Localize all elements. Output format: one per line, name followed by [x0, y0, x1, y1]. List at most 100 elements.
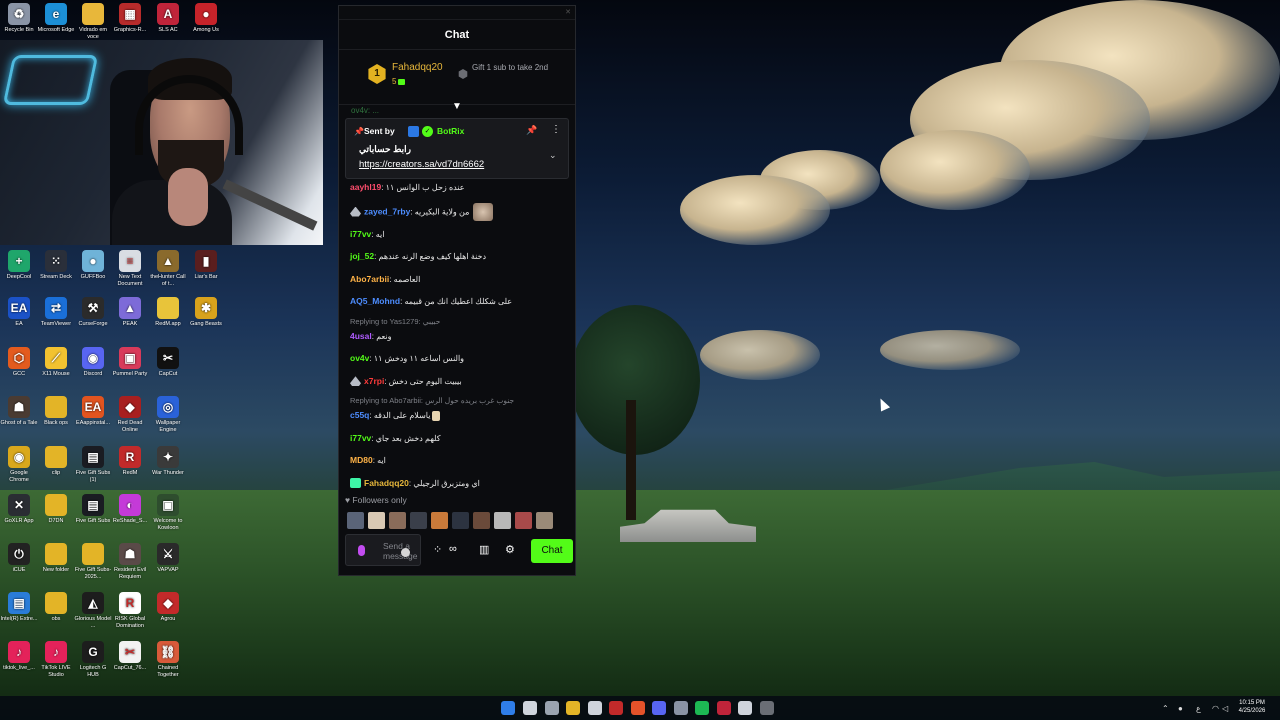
reply-reference[interactable]: Replying to Abo7arbii: جنوب غرب بريده حو…	[350, 396, 514, 408]
desktop-icon[interactable]: ▣ Welcome to Kowloon	[149, 494, 187, 531]
clock[interactable]: 10:15 PM 4/25/2026	[1232, 699, 1272, 715]
desktop-icon[interactable]: ▦ Graphics-R...	[111, 3, 149, 34]
chat-username[interactable]: zayed_7rby	[364, 206, 410, 216]
chat-username[interactable]: AQ5_Mohnd	[350, 296, 400, 306]
chat-username[interactable]: MD80	[350, 455, 373, 465]
desktop-icon[interactable]: ☗ Ghost of a Tale	[0, 396, 38, 427]
desktop-icon[interactable]: ◎ Wallpaper Engine	[149, 396, 187, 433]
pinned-message[interactable]: 📌 Sent by ✓ BotRix 📌 ⋮ رابط حساباتي http…	[345, 118, 569, 179]
desktop-icon[interactable]: RedM.app	[149, 297, 187, 328]
chat-message[interactable]: Fahadqq20: اي ومتزبرق الرجيلي	[350, 476, 480, 490]
more-options-icon[interactable]: ⋮	[551, 124, 561, 135]
desktop-icon[interactable]: R RedM	[111, 446, 149, 477]
viewer-avatar[interactable]	[452, 512, 469, 529]
chevron-down-icon[interactable]: ⌄	[549, 150, 557, 161]
store-icon[interactable]: ▥	[479, 543, 489, 556]
infinity-icon[interactable]: ∞	[449, 543, 457, 555]
taskbar-app-icon[interactable]	[544, 701, 559, 715]
desktop-icon[interactable]: clip	[37, 446, 75, 477]
chat-message-list[interactable]: aayhl19: عنده زحل ب الوانس ١١ zayed_7rby:…	[339, 176, 575, 494]
desktop-icon[interactable]: ⏻ iCUE	[0, 543, 38, 574]
desktop-icon[interactable]: ◉ Discord	[74, 347, 112, 378]
chevron-up-icon[interactable]: ⌃	[1162, 704, 1169, 713]
volume-icon[interactable]: ◁	[1222, 704, 1228, 713]
desktop-icon[interactable]: ♻ Recycle Bin	[0, 3, 38, 34]
viewer-avatar[interactable]	[473, 512, 490, 529]
chat-message[interactable]: i77vv: كلهم دخش بعد جاي	[350, 431, 441, 445]
taskbar-app-icon[interactable]	[673, 701, 688, 715]
desktop-icon[interactable]: Five Gift Subs-2025...	[74, 543, 112, 580]
chat-message[interactable]: joj_52: دخنة اهلها كيف وضع الرنه عندهم	[350, 249, 486, 263]
viewer-avatar[interactable]	[431, 512, 448, 529]
viewer-avatar[interactable]	[368, 512, 385, 529]
desktop-icon[interactable]: ▤ Five Gift Subs	[74, 494, 112, 525]
desktop-icon[interactable]: + DeepCool	[0, 250, 38, 281]
desktop-icon[interactable]: ▮ Liar's Bar	[187, 250, 225, 281]
desktop-icon[interactable]: Vidrado em voce	[74, 3, 112, 40]
desktop-icon[interactable]: ✕ GoXLR App	[0, 494, 38, 525]
viewer-avatar[interactable]	[410, 512, 427, 529]
chat-username[interactable]: Fahadqq20	[364, 478, 409, 488]
desktop-icon[interactable]: ◐ ReShade_S...	[111, 494, 149, 525]
desktop-icon[interactable]: ⟋ X11 Mouse	[37, 347, 75, 378]
chat-username[interactable]: x7rpi	[364, 376, 384, 386]
window-titlebar[interactable]: ✕	[339, 6, 575, 20]
desktop-icon[interactable]: ≡ New Text Document	[111, 250, 149, 287]
desktop-icon[interactable]: ▲ PEAK	[111, 297, 149, 328]
desktop-icon[interactable]: ✂ CapCut	[149, 347, 187, 378]
chat-message[interactable]: 4usal: ونعم	[350, 329, 391, 343]
desktop-icon[interactable]: ♪ tiktok_live_...	[0, 641, 38, 672]
chat-username[interactable]: c55q	[350, 410, 369, 420]
desktop-icon[interactable]: ⇄ TeamViewer	[37, 297, 75, 328]
desktop-icon[interactable]: ♪ TikTok LIVE Studio	[37, 641, 75, 678]
chat-username[interactable]: i77vv	[350, 229, 371, 239]
desktop-icon[interactable]: ◉ Google Chrome	[0, 446, 38, 483]
taskbar-app-icon[interactable]	[695, 701, 709, 715]
collapse-pinned-icon[interactable]: ▼	[451, 101, 463, 112]
send-chat-button[interactable]: Chat	[531, 539, 573, 563]
chat-username[interactable]: 4usal	[350, 331, 372, 341]
viewer-avatar[interactable]	[515, 512, 532, 529]
taskbar-app-icon[interactable]	[566, 701, 580, 715]
microphone-icon[interactable]	[358, 545, 365, 556]
desktop-icon[interactable]: G Logitech G HUB	[74, 641, 112, 678]
wifi-icon[interactable]: ◠	[1212, 704, 1219, 713]
chat-message[interactable]: ov4v: والنس اساعه ١١ ودخش ١١	[350, 351, 464, 365]
desktop-icon[interactable]: ▤ Intel(R) Extre...	[0, 592, 38, 623]
desktop-icon[interactable]: ☗ Resident Evil Requiem	[111, 543, 149, 580]
chat-input[interactable]: Send a message	[345, 534, 421, 566]
desktop-icon[interactable]: ● Among Us	[187, 3, 225, 34]
taskbar-app-icon[interactable]	[523, 701, 537, 715]
tray-mic-icon[interactable]: ●	[1178, 704, 1183, 713]
chat-message[interactable]: c55q: ياسلام على الدقه	[350, 408, 441, 422]
emote-picker-icon[interactable]: ⁘	[433, 543, 442, 556]
desktop-icon[interactable]: ◆ Agrou	[149, 592, 187, 623]
desktop-icon[interactable]: ● GUFFBoo	[74, 250, 112, 281]
chat-username[interactable]: Abo7arbii	[350, 274, 389, 284]
pinned-bot-name[interactable]: BotRix	[437, 126, 464, 136]
viewer-avatar[interactable]	[494, 512, 511, 529]
taskbar-app-icon[interactable]	[759, 701, 774, 715]
taskbar-app-icon[interactable]	[716, 701, 731, 715]
chat-message[interactable]: MD80: ايه	[350, 453, 386, 467]
desktop-icon[interactable]: ◆ Red Dead Online	[111, 396, 149, 433]
chat-username[interactable]: i77vv	[350, 433, 371, 443]
desktop-icon[interactable]: ✦ War Thunder	[149, 446, 187, 477]
chat-message[interactable]: AQ5_Mohnd: على شكلك اعطيك انك من قبيمه	[350, 294, 512, 308]
gift-leaderboard[interactable]: 1 Fahadqq20 5 Gift 1 sub to take 2nd	[339, 50, 575, 105]
start-menu-icon[interactable]	[501, 701, 515, 715]
chat-username[interactable]: joj_52	[350, 251, 374, 261]
desktop-icon[interactable]: ⚒ CurseForge	[74, 297, 112, 328]
leader-name[interactable]: Fahadqq20	[392, 62, 443, 73]
emoji-icon[interactable]	[401, 548, 410, 557]
viewer-avatar[interactable]	[389, 512, 406, 529]
desktop-icon[interactable]: ▤ Five Gift Subs (1)	[74, 446, 112, 483]
desktop-icon[interactable]: ⚔ VAPVAP	[149, 543, 187, 574]
desktop-icon[interactable]: New folder	[37, 543, 75, 574]
desktop-icon[interactable]: ◭ Glorious Model ...	[74, 592, 112, 629]
desktop-icon[interactable]: ▲ theHunter Call of t...	[149, 250, 187, 287]
desktop-icon[interactable]: EA EA	[0, 297, 38, 328]
desktop-icon[interactable]: obs	[37, 592, 75, 623]
desktop-icon[interactable]: ⛓ Chained Together	[149, 641, 187, 678]
desktop-icon[interactable]: Black ops	[37, 396, 75, 427]
